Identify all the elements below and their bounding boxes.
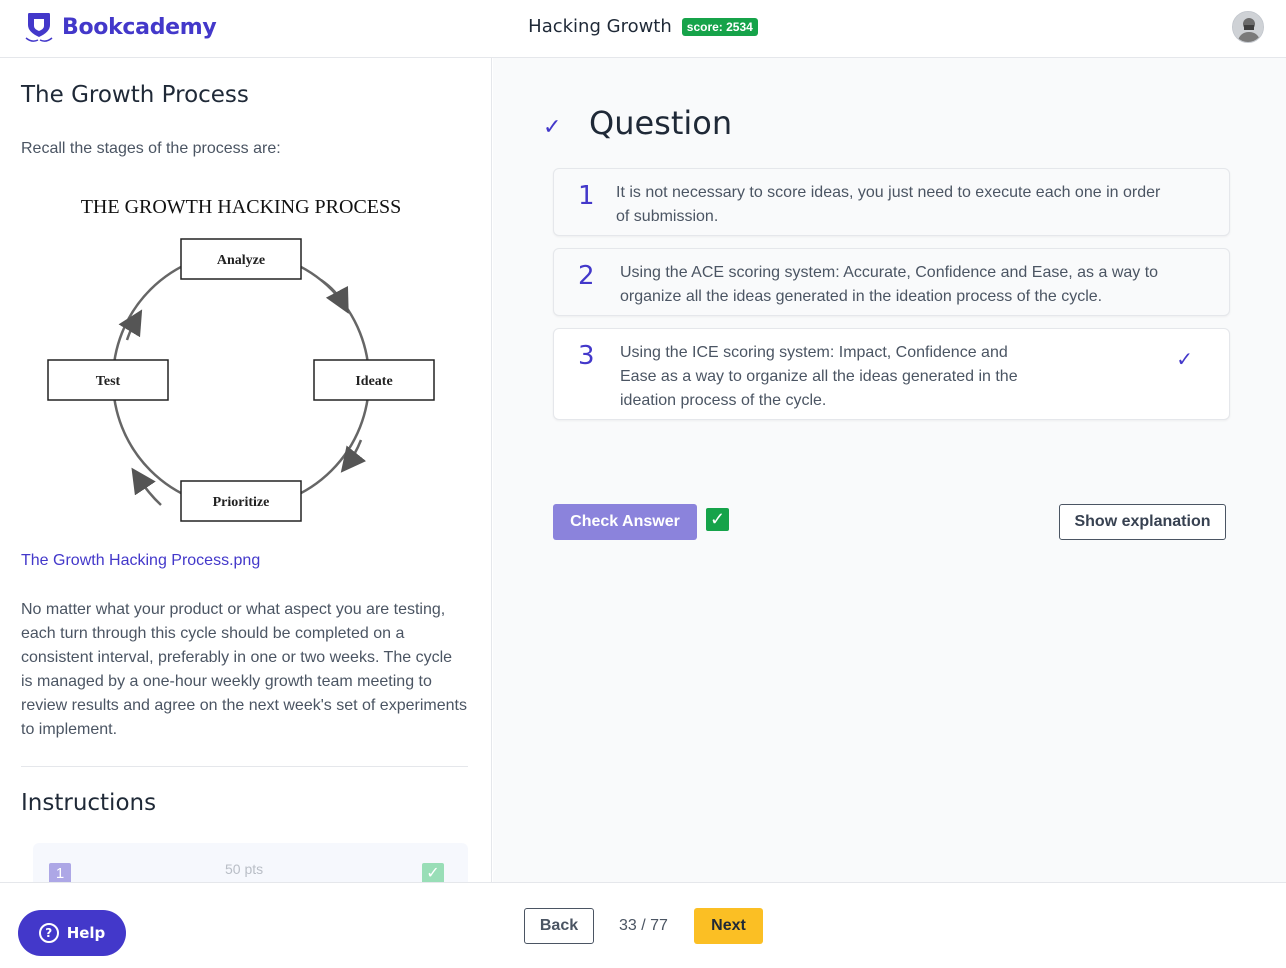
option-text: Using the ACE scoring system: Accurate, …	[620, 264, 1159, 305]
top-bar: Bookcademy Hacking Growth score: 2534	[0, 0, 1286, 58]
instruction-points: 50 pts	[225, 861, 264, 877]
avatar[interactable]	[1232, 11, 1264, 43]
check-answer-button[interactable]: Check Answer	[553, 504, 697, 540]
option-number: 3	[578, 341, 595, 371]
lesson-title: The Growth Process	[21, 82, 249, 108]
instruction-number: 1	[49, 863, 71, 882]
score-badge: score: 2534	[681, 17, 758, 36]
option-text: Using the ICE scoring system: Impact, Co…	[620, 344, 1018, 409]
stage-ideate: Ideate	[313, 359, 435, 401]
answer-option-3[interactable]: 3 Using the ICE scoring system: Impact, …	[553, 328, 1230, 420]
help-icon: ?	[38, 923, 59, 943]
svg-text:Analyze: Analyze	[217, 253, 265, 268]
arrow-to-test	[131, 467, 162, 506]
lesson-panel[interactable]: The Growth Process Recall the stages of …	[0, 58, 492, 882]
help-label: Help	[66, 924, 106, 942]
lesson-paragraph: No matter what your product or what aspe…	[21, 601, 467, 738]
option-number: 1	[578, 181, 595, 211]
recall-text: Recall the stages of the process are:	[21, 140, 281, 157]
divider	[21, 766, 468, 767]
answer-option-2[interactable]: 2 Using the ACE scoring system: Accurate…	[553, 248, 1230, 316]
image-link[interactable]: The Growth Hacking Process.png	[21, 552, 260, 570]
next-button[interactable]: Next	[694, 908, 763, 944]
checkmark-icon: ✓	[422, 863, 444, 882]
svg-text:Ideate: Ideate	[355, 374, 392, 389]
answer-option-1[interactable]: 1 It is not necessary to score ideas, yo…	[553, 168, 1230, 236]
option-text: It is not necessary to score ideas, you …	[616, 184, 1161, 225]
instructions-title: Instructions	[21, 790, 157, 816]
option-number: 2	[578, 261, 595, 291]
diagram-title: THE GROWTH HACKING PROCESS	[81, 196, 402, 218]
growth-process-diagram: THE GROWTH HACKING PROCESS Analyze Ideat…	[41, 180, 461, 530]
stage-test: Test	[47, 359, 169, 401]
arrow-to-ideate	[320, 278, 349, 314]
back-button[interactable]: Back	[524, 908, 594, 944]
page-counter: 33 / 77	[619, 917, 668, 934]
show-explanation-button[interactable]: Show explanation	[1059, 504, 1226, 540]
stage-prioritize: Prioritize	[180, 480, 302, 522]
course-title: Hacking Growth	[528, 16, 672, 37]
instruction-item[interactable]: 1 50 pts ✓	[33, 843, 468, 882]
question-title: Question	[589, 104, 733, 142]
checkmark-icon: ✓	[543, 114, 562, 139]
bottom-bar: ? Help Back 33 / 77 Next	[0, 882, 1286, 968]
arrow-to-prioritize	[340, 439, 367, 473]
help-button[interactable]: ? Help	[18, 910, 126, 956]
stage-analyze: Analyze	[180, 238, 302, 280]
question-panel: ✓ Question 1 It is not necessary to scor…	[493, 58, 1286, 882]
svg-text:Test: Test	[96, 374, 121, 389]
correct-check-icon: ✓	[706, 508, 729, 531]
course-title-area: Hacking Growth score: 2534	[0, 16, 1286, 37]
selected-check-icon: ✓	[1176, 349, 1193, 371]
svg-text:Prioritize: Prioritize	[213, 495, 270, 510]
